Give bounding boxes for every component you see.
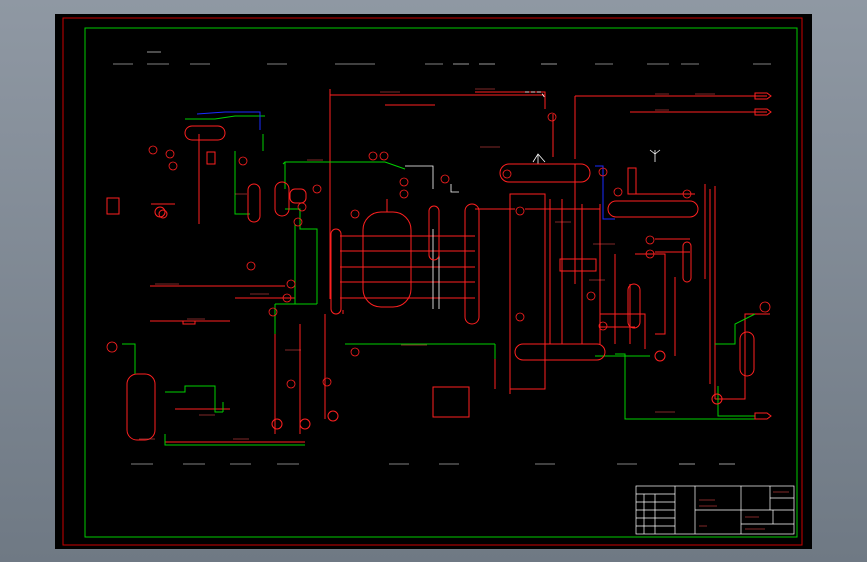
line-tags [139,88,715,440]
equipment [106,125,755,441]
cad-viewport[interactable] [0,0,867,562]
process-lines [150,89,770,443]
drawing-sheet[interactable] [55,14,812,549]
title-block-marks [699,491,789,530]
utility-lines [122,115,756,446]
pumps [158,209,723,430]
top-tag-labels [113,51,771,65]
title-block [635,485,795,535]
pid-diagram [62,17,803,546]
